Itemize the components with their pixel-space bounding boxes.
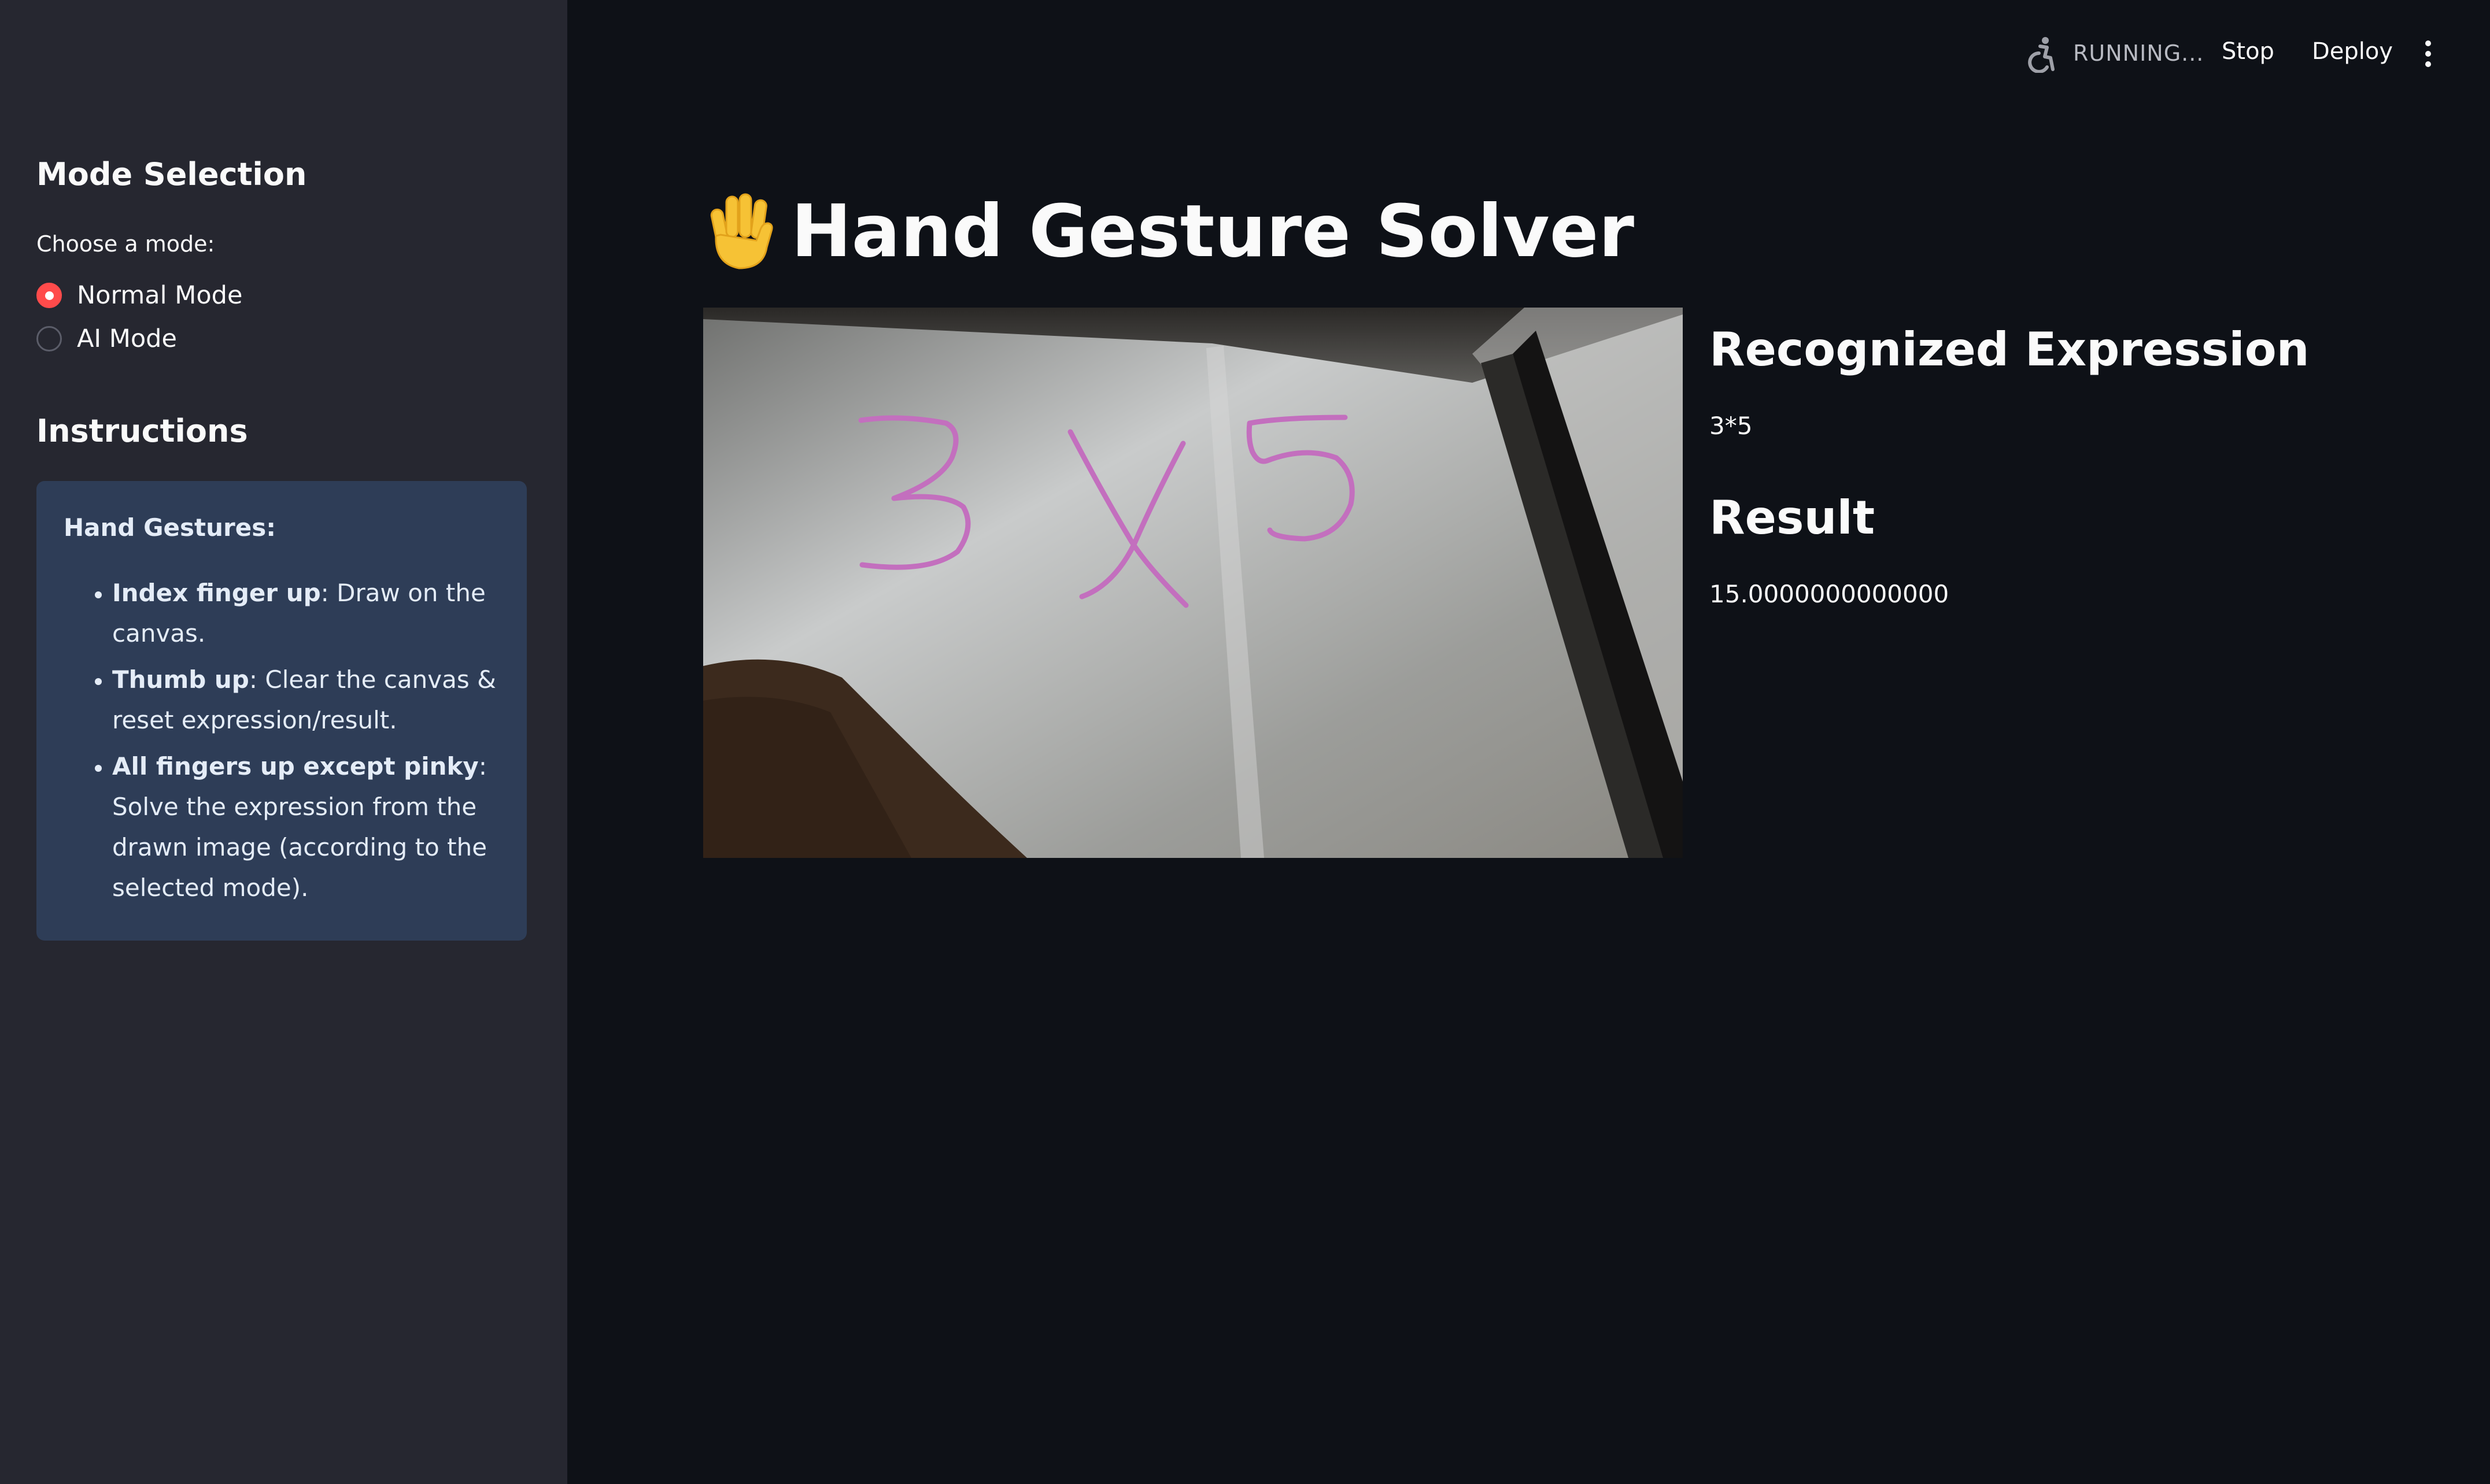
radio-selected-indicator[interactable] bbox=[36, 283, 62, 308]
kebab-menu-icon[interactable] bbox=[2424, 40, 2432, 67]
gesture-item-all-fingers: All fingers up except pinky: Solve the e… bbox=[112, 746, 500, 908]
running-status: RUNNING... bbox=[2073, 40, 2204, 66]
choose-mode-label: Choose a mode: bbox=[36, 231, 215, 257]
gesture-list: Index finger up: Draw on the canvas. Thu… bbox=[64, 573, 500, 908]
radio-normal-mode[interactable]: Normal Mode bbox=[36, 281, 242, 310]
instructions-heading: Instructions bbox=[36, 413, 248, 449]
result-value: 15.0000000000000 bbox=[1709, 580, 1949, 608]
recognized-expression-value: 3*5 bbox=[1709, 412, 1753, 440]
gesture-item-index-finger: Index finger up: Draw on the canvas. bbox=[112, 573, 500, 654]
webcam-feed-image bbox=[703, 308, 1683, 858]
result-heading: Result bbox=[1709, 491, 1875, 545]
page-title-row: Hand Gesture Solver bbox=[703, 191, 1634, 272]
radio-label-normal-mode: Normal Mode bbox=[77, 281, 243, 310]
instructions-info-box: Hand Gestures: Index finger up: Draw on … bbox=[36, 481, 527, 941]
radio-ai-mode[interactable]: AI Mode bbox=[36, 324, 177, 353]
recognized-expression-heading: Recognized Expression bbox=[1709, 323, 2310, 376]
hand-gestures-title: Hand Gestures: bbox=[64, 513, 276, 542]
deploy-button[interactable]: Deploy bbox=[2312, 38, 2393, 65]
webcam-canvas bbox=[703, 308, 1683, 858]
page-title: Hand Gesture Solver bbox=[791, 189, 1635, 273]
gesture-name: Thumb up bbox=[112, 665, 249, 694]
sidebar: Mode Selection Choose a mode: Normal Mod… bbox=[0, 0, 567, 1484]
raised-hand-icon bbox=[710, 193, 773, 269]
gesture-name: Index finger up bbox=[112, 578, 321, 607]
running-person-icon bbox=[2028, 37, 2055, 73]
gesture-name: All fingers up except pinky bbox=[112, 752, 479, 780]
stop-button[interactable]: Stop bbox=[2222, 38, 2274, 65]
radio-label-ai-mode: AI Mode bbox=[77, 324, 177, 353]
gesture-item-thumb-up: Thumb up: Clear the canvas & reset expre… bbox=[112, 660, 500, 741]
mode-selection-heading: Mode Selection bbox=[36, 156, 307, 193]
radio-unselected-indicator[interactable] bbox=[36, 326, 62, 351]
